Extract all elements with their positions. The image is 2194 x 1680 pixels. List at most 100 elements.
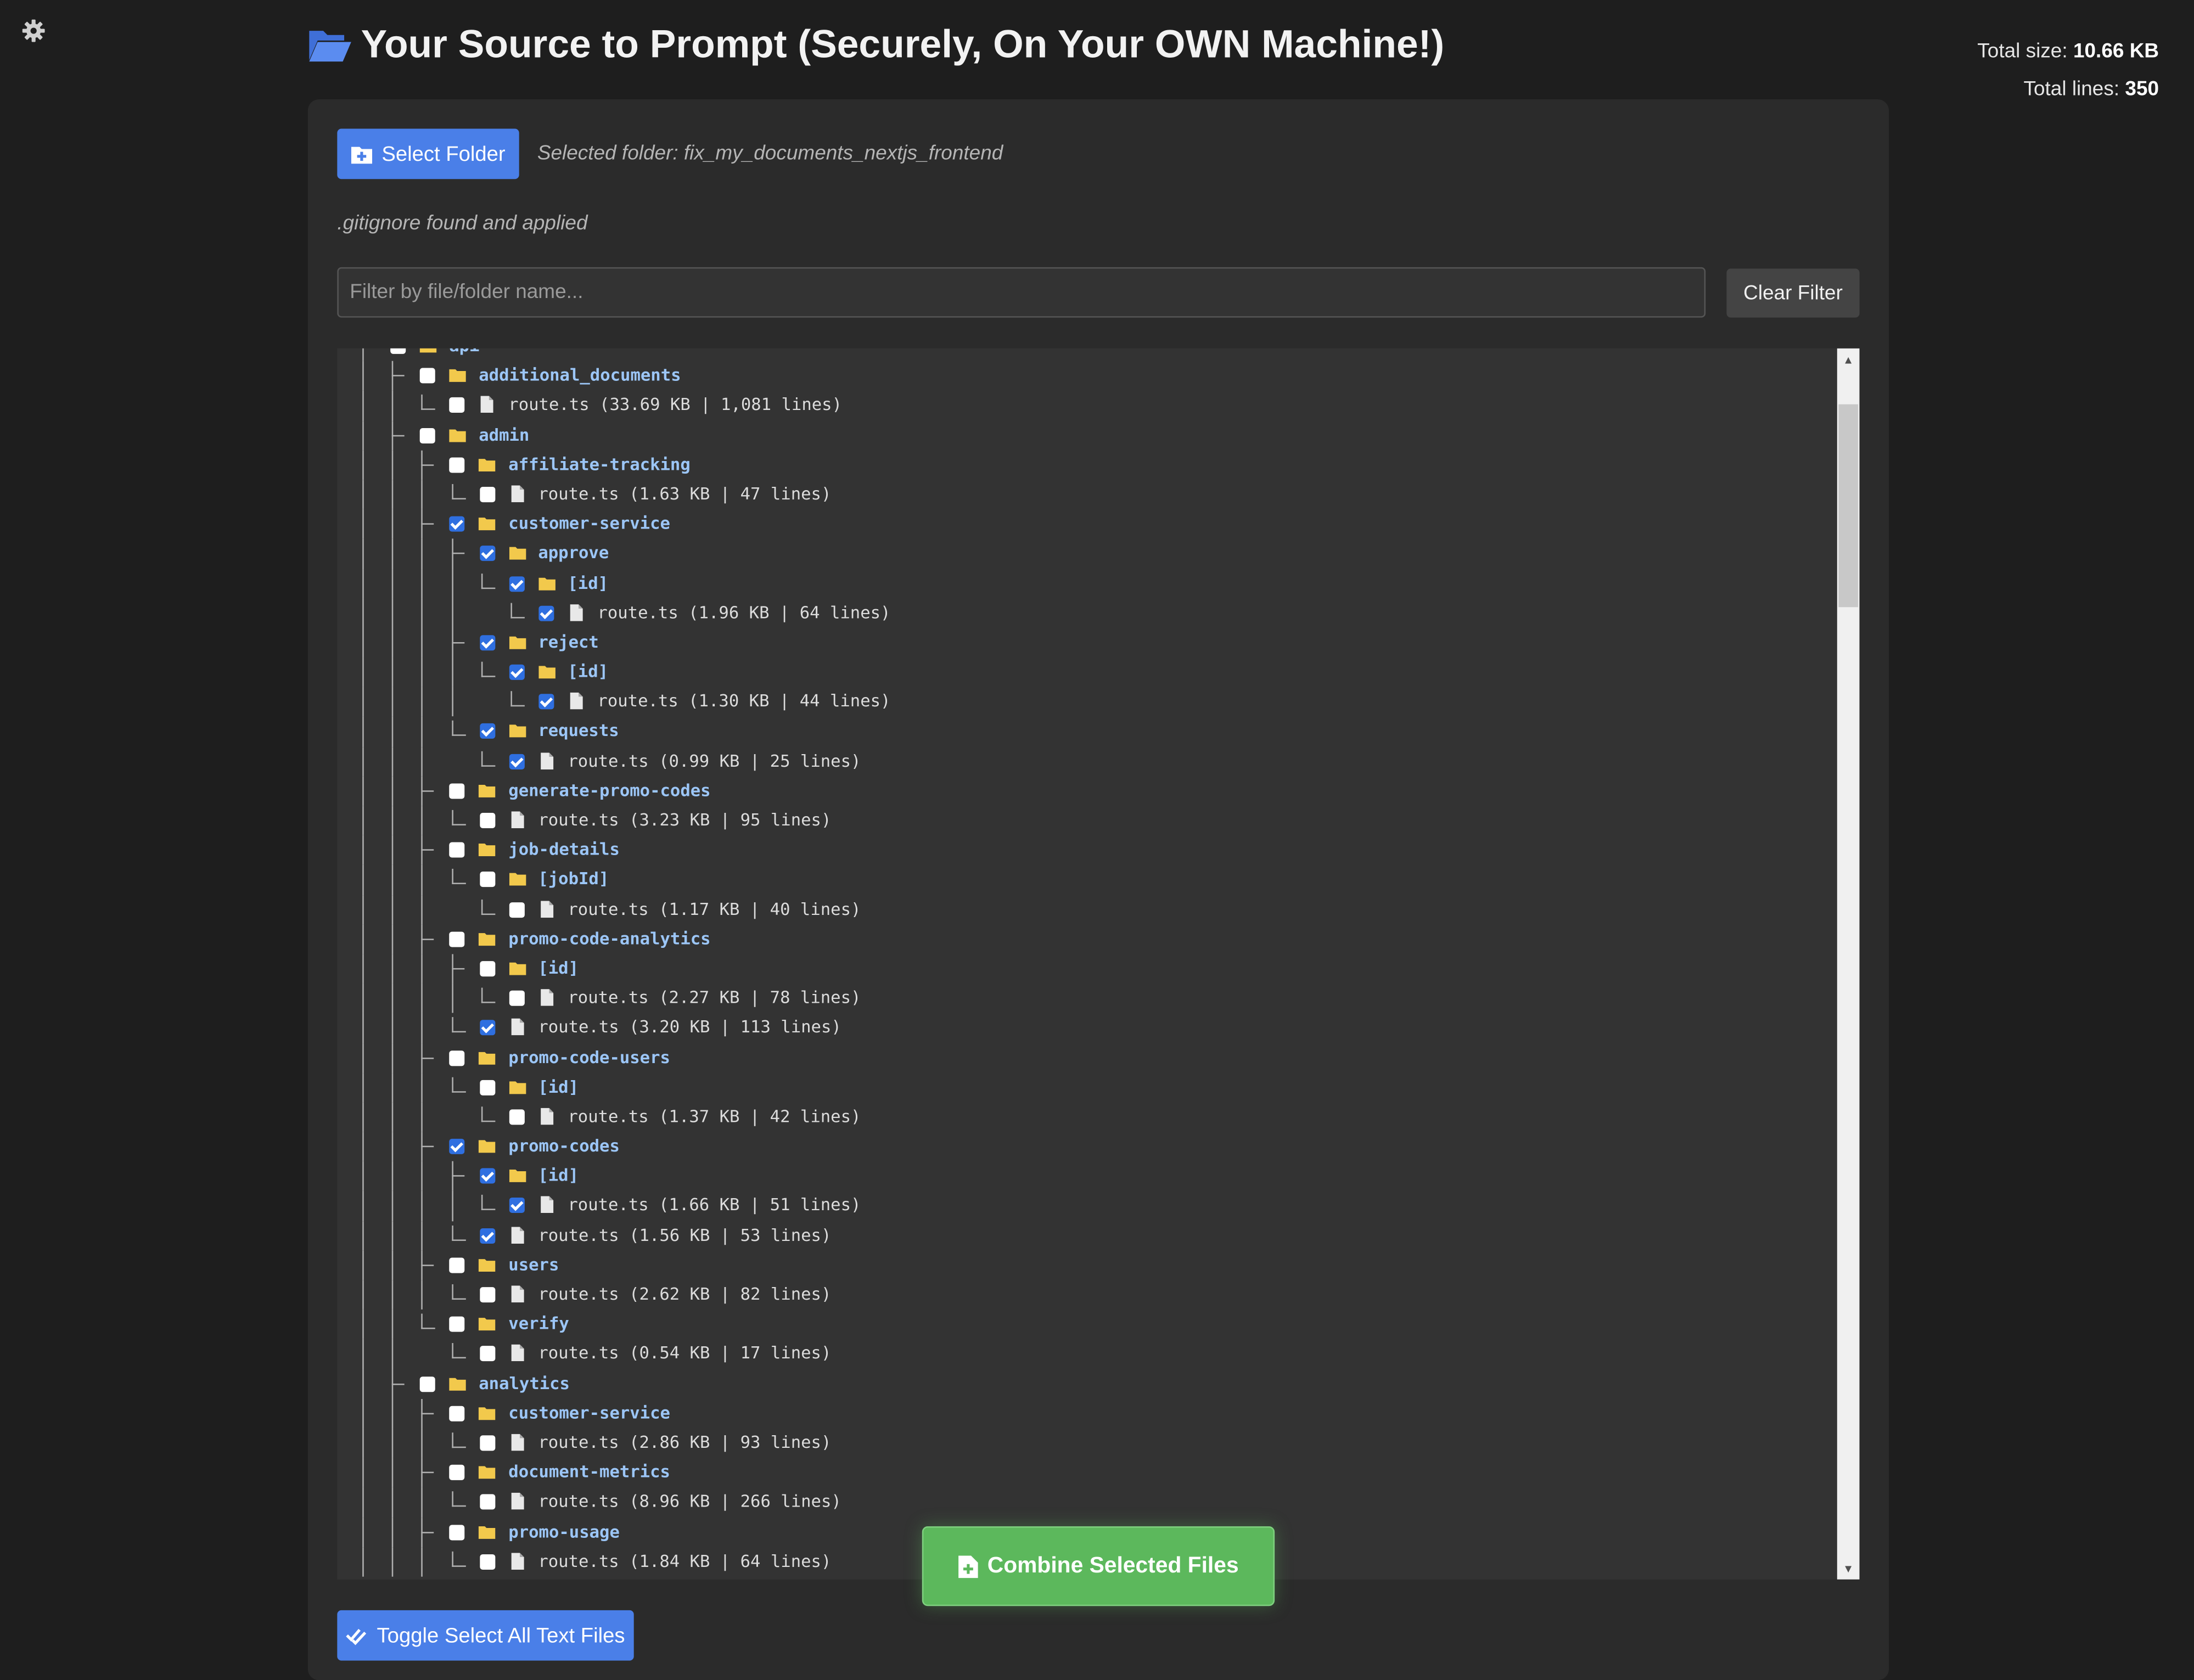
folder-row[interactable]: [id] [337, 569, 1834, 599]
file-row[interactable]: route.ts (1.30 KB | 44 lines) [337, 687, 1834, 717]
folder-row[interactable]: [id] [337, 1161, 1834, 1192]
tree-checkbox[interactable] [450, 1406, 465, 1421]
folder-row[interactable]: [id] [337, 658, 1834, 688]
tree-checkbox[interactable] [450, 1524, 465, 1540]
tree-checkbox[interactable] [420, 427, 436, 443]
folder-row[interactable]: api [337, 348, 1834, 362]
folder-row[interactable]: additional_documents [337, 361, 1834, 391]
scroll-thumb[interactable] [1838, 404, 1859, 608]
folder-row[interactable]: requests [337, 717, 1834, 747]
folder-row[interactable]: reject [337, 628, 1834, 658]
tree-checkbox[interactable] [450, 457, 465, 473]
file-row[interactable]: route.ts (1.37 KB | 42 lines) [337, 1102, 1834, 1132]
tree-guide-line [362, 924, 364, 954]
folder-row[interactable]: customer-service [337, 1398, 1834, 1429]
file-row[interactable]: route.ts (1.56 KB | 53 lines) [337, 1221, 1834, 1251]
tree-checkbox[interactable] [538, 605, 554, 621]
folder-row[interactable]: [jobId] [337, 865, 1834, 895]
file-row[interactable]: route.ts (1.66 KB | 51 lines) [337, 1191, 1834, 1221]
tree-scrollbar[interactable]: ▲ ▼ [1837, 348, 1860, 1580]
tree-checkbox[interactable] [479, 872, 495, 888]
folder-row[interactable]: promo-code-users [337, 1043, 1834, 1073]
file-row[interactable]: route.ts (33.69 KB | 1,081 lines) [337, 391, 1834, 421]
tree-checkbox[interactable] [479, 486, 495, 502]
folder-name: customer-service [508, 513, 670, 533]
tree-checkbox[interactable] [479, 1554, 495, 1570]
combine-selected-files-button[interactable]: Combine Selected Files [922, 1526, 1275, 1606]
folder-row[interactable]: analytics [337, 1369, 1834, 1399]
tree-checkbox[interactable] [479, 1494, 495, 1510]
file-row[interactable]: route.ts (1.96 KB | 64 lines) [337, 598, 1834, 628]
toggle-select-all-button[interactable]: Toggle Select All Text Files [337, 1610, 634, 1661]
file-row[interactable]: route.ts (2.86 KB | 93 lines) [337, 1428, 1834, 1458]
tree-checkbox[interactable] [479, 1346, 495, 1362]
folder-row[interactable]: [id] [337, 954, 1834, 984]
tree-checkbox[interactable] [450, 1465, 465, 1481]
tree-guide-line [392, 539, 394, 569]
tree-checkbox[interactable] [479, 1080, 495, 1095]
file-row[interactable]: route.ts (2.27 KB | 78 lines) [337, 984, 1834, 1014]
tree-checkbox[interactable] [420, 1376, 436, 1392]
folder-row[interactable]: affiliate-tracking [337, 450, 1834, 480]
tree-checkbox[interactable] [420, 368, 436, 384]
tree-checkbox[interactable] [509, 664, 525, 680]
tree-checkbox[interactable] [479, 634, 495, 650]
tree-checkbox[interactable] [450, 783, 465, 799]
tree-checkbox[interactable] [450, 1050, 465, 1066]
tree-checkbox[interactable] [479, 1435, 495, 1451]
folder-row[interactable]: customer-service [337, 509, 1834, 540]
gear-icon[interactable] [20, 17, 48, 45]
tree-checkbox[interactable] [450, 1317, 465, 1333]
tree-checkbox[interactable] [450, 931, 465, 947]
tree-checkbox[interactable] [479, 723, 495, 739]
file-row[interactable]: route.ts (1.63 KB | 47 lines) [337, 480, 1834, 510]
tree-guide-line [392, 1013, 394, 1043]
tree-checkbox[interactable] [450, 842, 465, 858]
file-row[interactable]: route.ts (3.23 KB | 95 lines) [337, 806, 1834, 836]
filter-input[interactable] [337, 267, 1706, 318]
clear-filter-button[interactable]: Clear Filter [1726, 268, 1860, 318]
file-row[interactable]: route.ts (2.62 KB | 82 lines) [337, 1280, 1834, 1310]
tree-checkbox[interactable] [479, 546, 495, 561]
folder-row[interactable]: approve [337, 539, 1834, 569]
folder-row[interactable]: [id] [337, 1072, 1834, 1103]
tree-checkbox[interactable] [479, 1287, 495, 1303]
file-row[interactable]: route.ts (1.17 KB | 40 lines) [337, 895, 1834, 925]
tree-checkbox[interactable] [509, 575, 525, 591]
tree-checkbox[interactable] [390, 348, 406, 354]
tree-checkbox[interactable] [479, 1228, 495, 1244]
folder-row[interactable]: document-metrics [337, 1458, 1834, 1488]
folder-row[interactable]: verify [337, 1310, 1834, 1340]
file-row[interactable]: route.ts (0.54 KB | 17 lines) [337, 1339, 1834, 1369]
tree-checkbox[interactable] [509, 1109, 525, 1125]
tree-guide-line [422, 1102, 423, 1132]
tree-checkbox[interactable] [450, 1257, 465, 1273]
tree-checkbox[interactable] [479, 961, 495, 977]
tree-checkbox[interactable] [479, 1020, 495, 1036]
scroll-down-icon[interactable]: ▼ [1837, 1557, 1860, 1580]
folder-row[interactable]: promo-codes [337, 1132, 1834, 1162]
folder-row[interactable]: users [337, 1250, 1834, 1280]
tree-checkbox[interactable] [509, 1198, 525, 1214]
file-row[interactable]: route.ts (3.20 KB | 113 lines) [337, 1013, 1834, 1043]
tree-checkbox[interactable] [538, 694, 554, 710]
tree-checkbox[interactable] [479, 1168, 495, 1184]
file-row[interactable]: route.ts (8.96 KB | 266 lines) [337, 1487, 1834, 1518]
folder-row[interactable]: promo-code-analytics [337, 924, 1834, 954]
tree-checkbox[interactable] [479, 812, 495, 829]
folder-row[interactable]: job-details [337, 835, 1834, 866]
folder-row[interactable]: generate-promo-codes [337, 776, 1834, 806]
tree-guide-line [451, 658, 453, 688]
folder-row[interactable]: admin [337, 420, 1834, 451]
tree-checkbox[interactable] [450, 397, 465, 413]
select-folder-button[interactable]: Select Folder [337, 128, 519, 179]
tree-checkbox[interactable] [509, 753, 525, 769]
file-tree[interactable]: api additional_documents route.ts (33.69 K… [337, 348, 1860, 1580]
folder-icon [449, 1377, 467, 1390]
tree-checkbox[interactable] [509, 991, 525, 1007]
tree-checkbox[interactable] [450, 516, 465, 532]
scroll-up-icon[interactable]: ▲ [1837, 349, 1860, 371]
tree-checkbox[interactable] [450, 1139, 465, 1155]
tree-checkbox[interactable] [509, 901, 525, 918]
file-row[interactable]: route.ts (0.99 KB | 25 lines) [337, 746, 1834, 777]
